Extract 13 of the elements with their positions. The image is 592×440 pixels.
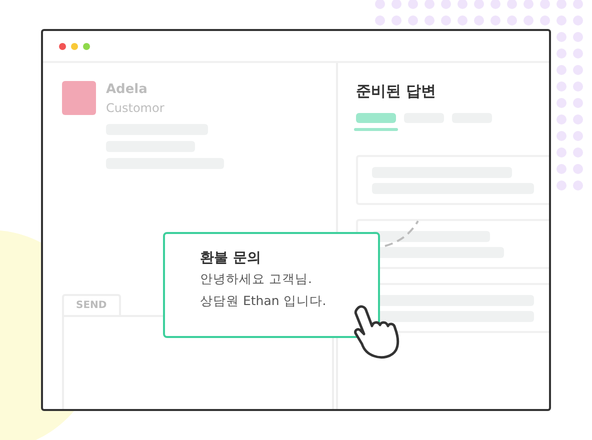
dashed-arc (383, 218, 421, 250)
customer-name: Adela (106, 81, 148, 99)
send-tab[interactable]: SEND (62, 294, 121, 315)
close-icon[interactable] (59, 42, 66, 50)
customer-role: Customor (106, 100, 164, 117)
minimize-icon[interactable] (71, 42, 78, 50)
avatar-photo-placeholder (62, 81, 96, 115)
maximize-icon[interactable] (83, 42, 90, 50)
popup-title: 환불 문의 (200, 249, 262, 268)
panel-title: 준비된 답변 (356, 81, 438, 101)
popup-text: 상담원 Ethan 입니다. (200, 292, 328, 310)
popup-text: 안녕하세요 고객님. (200, 270, 313, 288)
tab[interactable] (354, 113, 398, 131)
